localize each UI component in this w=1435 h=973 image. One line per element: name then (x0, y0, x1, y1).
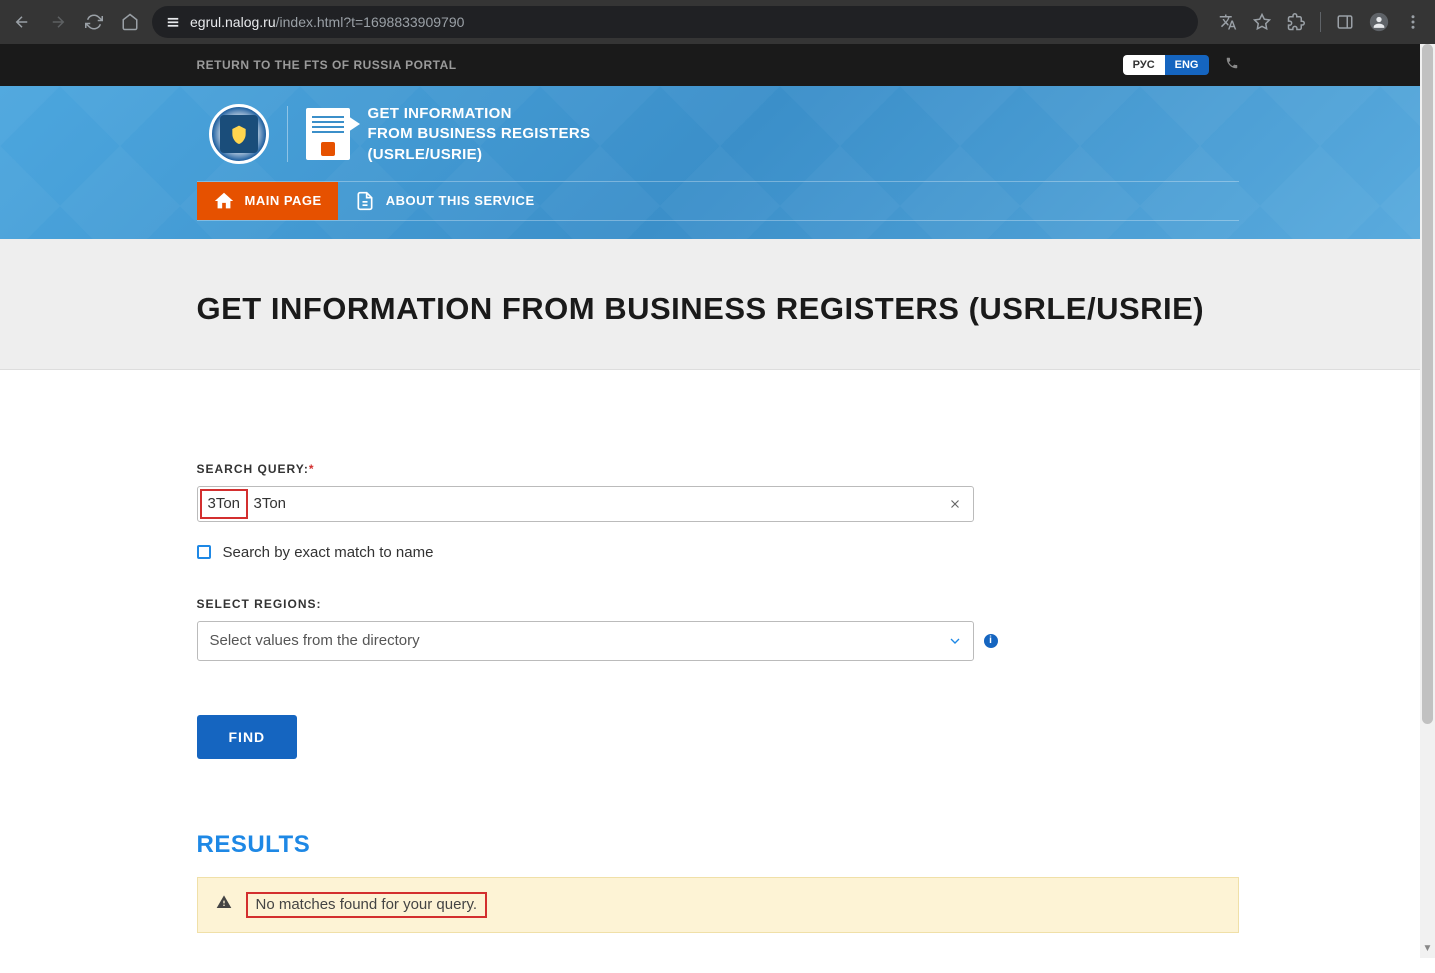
bookmark-icon[interactable] (1248, 8, 1276, 36)
lang-eng-button[interactable]: ENG (1165, 55, 1209, 75)
results-alert: No matches found for your query. (197, 877, 1239, 933)
nav-main-page[interactable]: MAIN PAGE (197, 182, 338, 220)
search-label: SEARCH QUERY:* (197, 462, 1239, 476)
page-title: GET INFORMATION FROM BUSINESS REGISTERS … (197, 291, 1239, 327)
scrollbar[interactable]: ▼ (1420, 44, 1435, 958)
clear-search-button[interactable] (937, 487, 973, 521)
phone-icon[interactable] (1225, 56, 1239, 75)
document-icon (306, 108, 350, 160)
menu-icon[interactable] (1399, 8, 1427, 36)
info-icon[interactable]: i (984, 634, 998, 648)
nav-label: ABOUT THIS SERVICE (386, 193, 535, 208)
home-button[interactable] (116, 8, 144, 36)
back-button[interactable] (8, 8, 36, 36)
side-panel-icon[interactable] (1331, 8, 1359, 36)
translate-icon[interactable] (1214, 8, 1242, 36)
page-title-wrap: GET INFORMATION FROM BUSINESS REGISTERS … (0, 239, 1435, 370)
nav-label: MAIN PAGE (245, 193, 322, 208)
regions-select[interactable]: Select values from the directory (197, 621, 974, 661)
search-input[interactable] (198, 495, 937, 512)
document-nav-icon (354, 190, 376, 212)
lang-rus-button[interactable]: РУС (1123, 55, 1165, 75)
top-bar: RETURN TO THE FTS OF RUSSIA PORTAL РУС E… (0, 44, 1435, 86)
forward-button[interactable] (44, 8, 72, 36)
exact-match-checkbox[interactable] (197, 545, 211, 559)
header-title: GET INFORMATION FROM BUSINESS REGISTERS … (368, 104, 591, 165)
scrollbar-thumb[interactable] (1422, 44, 1433, 724)
fts-logo[interactable] (209, 104, 269, 164)
regions-placeholder: Select values from the directory (198, 632, 937, 649)
nav-about[interactable]: ABOUT THIS SERVICE (338, 182, 551, 220)
language-switcher: РУС ENG (1123, 55, 1209, 75)
url-bar[interactable]: egrul.nalog.ru/index.html?t=169883390979… (152, 6, 1198, 38)
chevron-down-icon (937, 633, 973, 649)
header-divider (287, 106, 288, 162)
site-header: GET INFORMATION FROM BUSINESS REGISTERS … (0, 86, 1435, 239)
exact-match-label: Search by exact match to name (223, 544, 434, 561)
no-matches-text: No matches found for your query. (256, 896, 478, 913)
home-icon (213, 190, 235, 212)
regions-label: SELECT REGIONS: (197, 597, 1239, 611)
search-input-wrap: 3Ton (197, 486, 974, 522)
scroll-down-icon[interactable]: ▼ (1420, 941, 1435, 956)
warning-icon (216, 894, 232, 915)
browser-chrome: egrul.nalog.ru/index.html?t=169883390979… (0, 0, 1435, 44)
content: SEARCH QUERY:* 3Ton Search by exact matc… (0, 370, 1435, 973)
results-title: RESULTS (197, 831, 1239, 859)
exact-match-row[interactable]: Search by exact match to name (197, 544, 1239, 561)
nav-bar: MAIN PAGE ABOUT THIS SERVICE (197, 181, 1239, 221)
extensions-icon[interactable] (1282, 8, 1310, 36)
find-button[interactable]: FIND (197, 715, 298, 759)
profile-icon[interactable] (1365, 8, 1393, 36)
return-link[interactable]: RETURN TO THE FTS OF RUSSIA PORTAL (197, 58, 457, 72)
site-settings-icon (166, 15, 180, 29)
reload-button[interactable] (80, 8, 108, 36)
url-text: egrul.nalog.ru/index.html?t=169883390979… (190, 14, 464, 30)
